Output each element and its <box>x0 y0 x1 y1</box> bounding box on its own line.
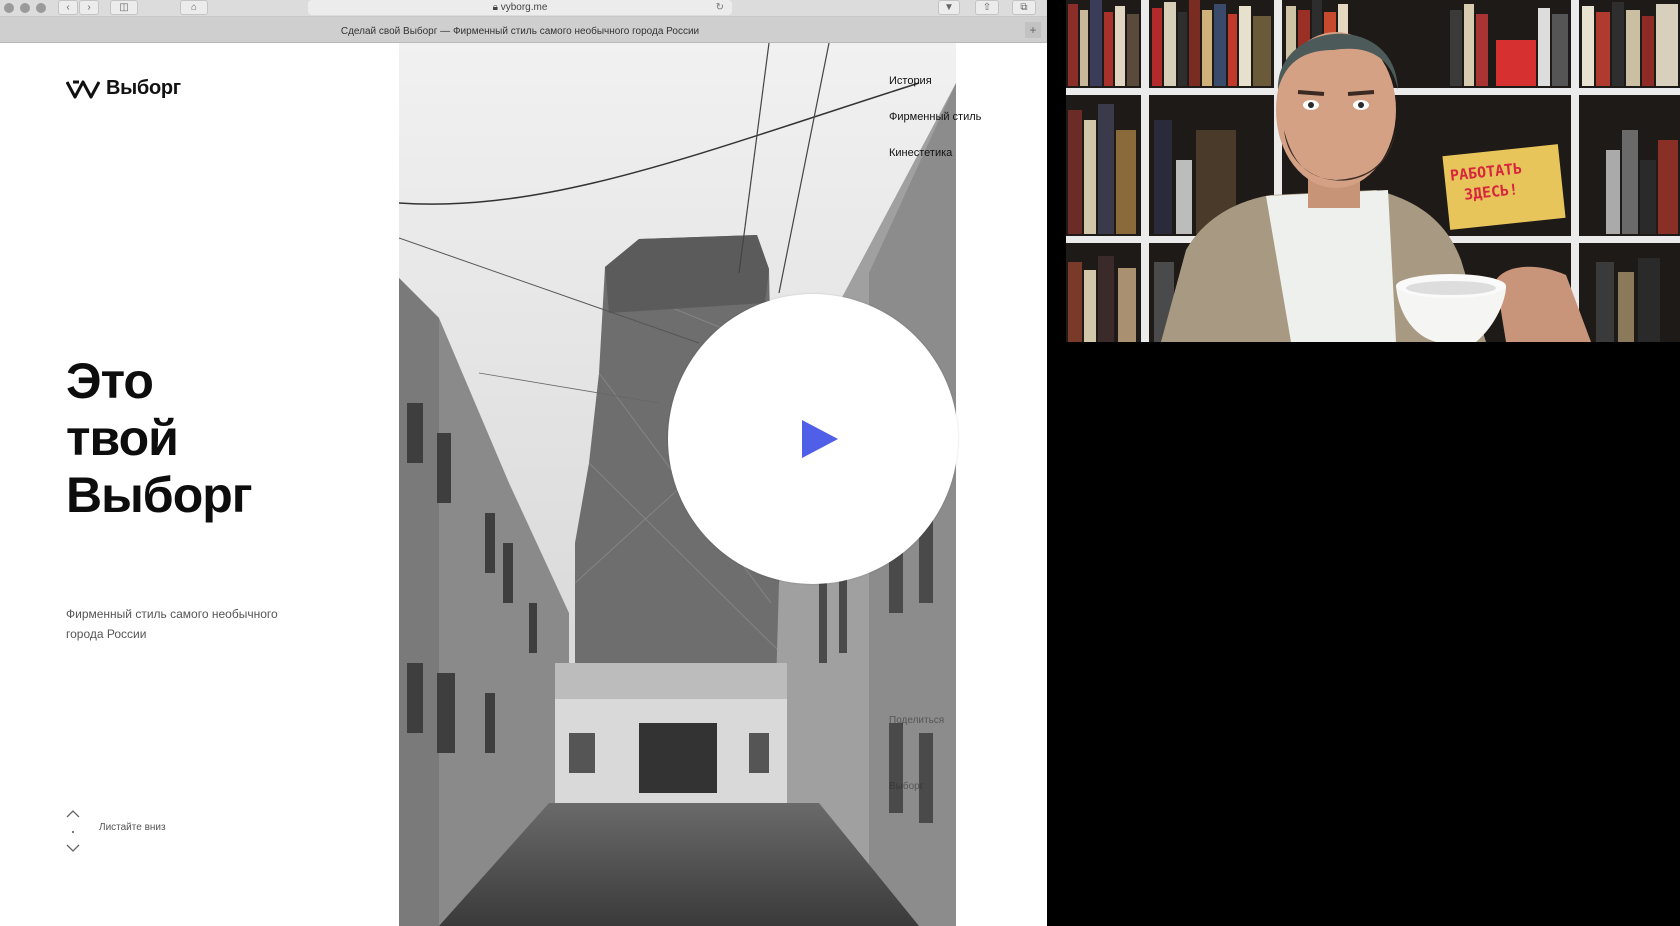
tab-bar: Сделай свой Выборг — Фирменный стиль сам… <box>0 17 1047 43</box>
webcam-feed: РАБОТАТЬ ЗДЕСЬ! <box>1066 0 1680 342</box>
active-tab[interactable]: Сделай свой Выборг — Фирменный стиль сам… <box>0 17 1040 43</box>
video-play-button[interactable] <box>668 294 958 584</box>
scroll-hint[interactable]: Листайте вниз <box>66 809 206 855</box>
home-icon: ⌂ <box>190 2 198 13</box>
hero-line: твой <box>66 410 179 466</box>
scroll-hint-label: Листайте вниз <box>99 822 166 833</box>
hero-line: Это <box>66 353 154 409</box>
sidebar-toggle-button[interactable]: ◫ <box>110 0 138 15</box>
forward-button[interactable]: › <box>79 0 99 15</box>
footer-city-link[interactable]: Выборг <box>889 781 923 792</box>
hero-title: Это твой Выборг <box>66 353 366 524</box>
webcam-video <box>1066 0 1680 342</box>
chevron-left-icon: ‹ <box>66 2 70 13</box>
hero-subtitle: Фирменный стиль самого необычного города… <box>66 607 278 641</box>
sidebar-icon: ◫ <box>119 2 129 13</box>
site-logo[interactable]: Выборг <box>66 77 181 100</box>
tabs-overview-button[interactable]: ⧉ <box>1012 0 1036 15</box>
web-page: Выборг Это твой Выборг Фирменный стиль с… <box>0 43 1047 926</box>
nav-item-brand-style[interactable]: Фирменный стиль <box>889 110 981 124</box>
new-tab-button[interactable]: + <box>1025 22 1041 38</box>
back-button[interactable]: ‹ <box>58 0 78 15</box>
share-icon: ⇧ <box>982 2 992 13</box>
download-icon: ▼ <box>944 2 954 13</box>
close-window-button[interactable] <box>4 3 14 13</box>
chevron-down-icon[interactable] <box>66 843 80 853</box>
vyborg-logo-icon <box>66 80 100 98</box>
browser-window: ‹ › ◫ ⌂ 🔒︎ vyborg.me ↻ ▼ ⇧ ⧉ Сделай свой… <box>0 0 1047 926</box>
play-icon <box>802 420 838 458</box>
nav-item-history[interactable]: История <box>889 74 981 88</box>
share-link[interactable]: Поделиться <box>889 715 944 726</box>
browser-toolbar: ‹ › ◫ ⌂ 🔒︎ vyborg.me ↻ ▼ ⇧ ⧉ <box>0 0 1047 17</box>
nav-item-kinesthetics[interactable]: Кинестетика <box>889 146 981 160</box>
scroll-dot-icon <box>72 831 74 833</box>
address-url: vyborg.me <box>500 2 548 13</box>
downloads-button[interactable]: ▼ <box>938 0 960 15</box>
address-bar[interactable]: 🔒︎ vyborg.me ↻ <box>308 0 732 15</box>
tabs-icon: ⧉ <box>1020 2 1028 13</box>
hero-line: Выборг <box>66 467 253 523</box>
chevron-up-icon[interactable] <box>66 809 80 819</box>
chevron-right-icon: › <box>87 2 91 13</box>
minimize-window-button[interactable] <box>20 3 30 13</box>
home-button[interactable]: ⌂ <box>180 0 208 15</box>
lock-icon: 🔒︎ <box>492 2 498 13</box>
reload-icon[interactable]: ↻ <box>716 0 724 15</box>
site-nav: История Фирменный стиль Кинестетика <box>889 74 981 182</box>
share-button[interactable]: ⇧ <box>975 0 999 15</box>
zoom-window-button[interactable] <box>36 3 46 13</box>
empty-video-area <box>1047 342 1680 926</box>
logo-text: Выборг <box>106 77 181 99</box>
